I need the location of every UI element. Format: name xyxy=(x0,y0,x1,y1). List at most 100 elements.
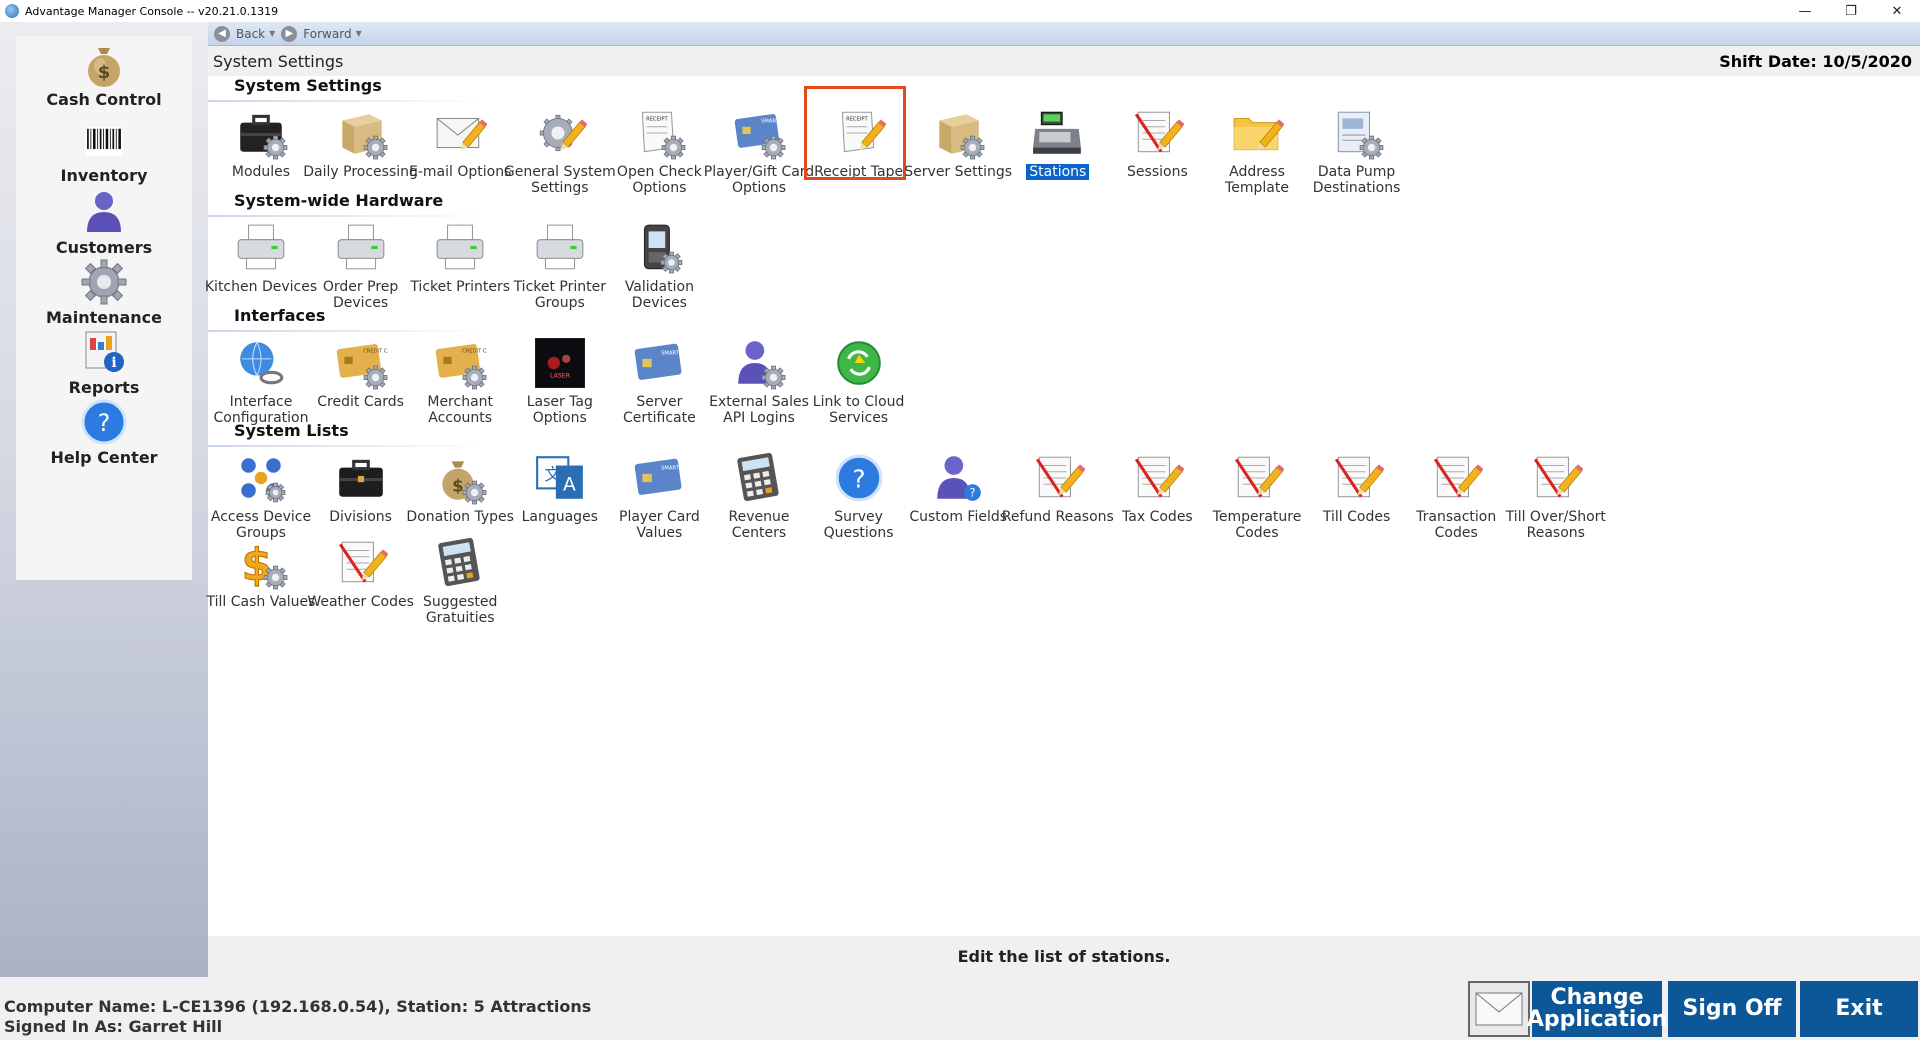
svg-text:RECEIPT: RECEIPT xyxy=(647,117,669,123)
nav-item-reports[interactable]: i Reports xyxy=(16,326,192,397)
person-icon xyxy=(87,192,121,232)
tile-validation-devices[interactable]: Validation Devices xyxy=(598,221,720,311)
money-bag-icon: $ xyxy=(88,48,120,87)
svg-text:SMART CARD: SMART CARD xyxy=(661,351,686,357)
section-divider xyxy=(208,445,488,447)
mail-button[interactable] xyxy=(1468,981,1530,1037)
envelope-icon xyxy=(1475,992,1523,1026)
help-icon: ? xyxy=(81,399,127,445)
svg-text:i: i xyxy=(111,355,116,371)
tile-label: Stations xyxy=(1026,164,1090,180)
briefcase-icon xyxy=(338,459,383,497)
tile-label: Modules xyxy=(231,164,291,180)
folder-pencil-icon xyxy=(1233,117,1284,151)
person-help-icon: ? xyxy=(937,456,982,501)
change-label-line1: Change xyxy=(1550,985,1644,1010)
document-gear-icon xyxy=(1337,111,1383,160)
settings-content: System Settings Modules Daily Processing E-… xyxy=(205,76,1920,936)
signed-in-info: Signed In As: Garret Hill xyxy=(4,1017,223,1036)
exit-button[interactable]: Exit xyxy=(1800,981,1918,1037)
smart-card-icon: SMART CARD xyxy=(635,343,686,380)
svg-text:A: A xyxy=(563,474,576,495)
box-gear-icon xyxy=(939,114,985,160)
device-group-icon xyxy=(241,458,286,503)
forward-button[interactable]: ▶ Forward ▼ xyxy=(281,25,362,42)
nav-label: Customers xyxy=(55,238,153,257)
tile-label: Divisions xyxy=(329,509,392,525)
highlight-box xyxy=(803,86,906,180)
list-pencil-icon xyxy=(1035,456,1085,498)
section-title: System-wide Hardware xyxy=(234,191,444,210)
calculator-icon xyxy=(737,452,779,502)
svg-text:CREDIT CARD: CREDIT CARD xyxy=(462,349,487,355)
printer-icon xyxy=(436,224,484,270)
restore-button[interactable]: ❐ xyxy=(1828,0,1874,22)
briefcase-gear-icon xyxy=(240,114,288,160)
list-pencil-icon xyxy=(338,541,388,583)
list-pencil-icon xyxy=(1334,456,1384,498)
title-bar: Advantage Manager Console -- v20.21.0.13… xyxy=(0,0,1920,22)
svg-text:$: $ xyxy=(98,62,111,83)
tile-label: Tax Codes xyxy=(1122,509,1193,525)
svg-text:CREDIT CARD: CREDIT CARD xyxy=(363,349,388,355)
section-divider xyxy=(208,215,488,217)
change-application-button[interactable]: Change Application xyxy=(1527,981,1667,1037)
list-pencil-icon xyxy=(1533,456,1583,498)
tile-label: Till Over/Short Reasons xyxy=(1505,509,1606,541)
section-title: System Lists xyxy=(234,421,349,440)
language-icon: 文A xyxy=(535,456,583,499)
close-button[interactable]: ✕ xyxy=(1874,0,1920,22)
envelope-pencil-icon xyxy=(436,117,488,151)
cash-register-icon xyxy=(1032,111,1081,154)
svg-text:?: ? xyxy=(98,409,111,437)
back-button[interactable]: ◀ Back ▼ xyxy=(214,25,276,42)
receipt-gear-icon: RECEIPT xyxy=(642,111,686,160)
barcode-icon xyxy=(85,127,123,156)
tile-till-over-short-reasons[interactable]: Till Over/Short Reasons xyxy=(1495,451,1617,541)
printer-icon xyxy=(536,224,584,270)
tile-link-to-cloud-services[interactable]: Link to Cloud Services xyxy=(798,336,920,426)
nav-label: Cash Control xyxy=(46,90,162,109)
chevron-down-icon: ▼ xyxy=(355,29,362,38)
app-icon xyxy=(5,4,19,18)
laser-tag-icon: LASER xyxy=(534,338,585,388)
bottom-bar: Computer Name: L-CE1396 (192.168.0.54), … xyxy=(0,977,1920,1040)
nav-item-customers[interactable]: Customers xyxy=(16,186,192,257)
nav-item-help-center[interactable]: ? Help Center xyxy=(16,396,192,467)
svg-text:SMART CARD: SMART CARD xyxy=(661,466,686,472)
tile-label: Languages xyxy=(521,509,598,525)
tile-label: Link to Cloud Services xyxy=(812,394,905,426)
credit-card-gear-icon: CREDIT CARD xyxy=(435,344,487,390)
tile-label: Custom Fields xyxy=(909,509,1008,525)
back-label: Back xyxy=(236,26,266,41)
tile-data-pump-destinations[interactable]: Data Pump Destinations xyxy=(1296,106,1418,196)
tile-label: Ticket Printers xyxy=(410,279,511,295)
tile-label: Validation Devices xyxy=(624,279,694,311)
section-title: Interfaces xyxy=(234,306,326,325)
window-title: Advantage Manager Console -- v20.21.0.13… xyxy=(25,4,279,18)
shift-date: Shift Date: 10/5/2020 xyxy=(1719,52,1912,71)
help-icon: ? xyxy=(835,454,882,502)
list-pencil-icon xyxy=(1135,456,1185,498)
nav-item-inventory[interactable]: Inventory xyxy=(16,122,192,185)
page-header: System Settings Shift Date: 10/5/2020 xyxy=(208,46,1920,76)
nav-item-cash-control[interactable]: $ Cash Control xyxy=(16,38,192,109)
tile-label: Sessions xyxy=(1127,164,1188,180)
gear-pencil-icon xyxy=(539,114,587,152)
page-title: System Settings xyxy=(213,52,344,71)
section-divider xyxy=(208,330,488,332)
svg-text:?: ? xyxy=(852,464,865,493)
chevron-down-icon: ▼ xyxy=(269,29,276,38)
nav-panel: $ Cash Control Inventory Customers Maint… xyxy=(16,36,192,580)
computer-info: Computer Name: L-CE1396 (192.168.0.54), … xyxy=(4,997,592,1016)
minimize-button[interactable]: — xyxy=(1782,0,1828,22)
money-bag-gear-icon: $ xyxy=(442,461,487,505)
dollar-gear-icon: $ xyxy=(241,540,288,590)
tile-suggested-gratuities[interactable]: Suggested Gratuities xyxy=(399,536,521,626)
sign-off-button[interactable]: Sign Off xyxy=(1668,981,1796,1037)
forward-arrow-icon: ▶ xyxy=(281,25,298,42)
nav-item-maintenance[interactable]: Maintenance xyxy=(16,256,192,327)
navigation-toolbar: ◀ Back ▼ ▶ Forward ▼ xyxy=(208,22,1920,46)
box-gear-icon xyxy=(341,114,387,160)
tile-label: Suggested Gratuities xyxy=(422,594,498,626)
